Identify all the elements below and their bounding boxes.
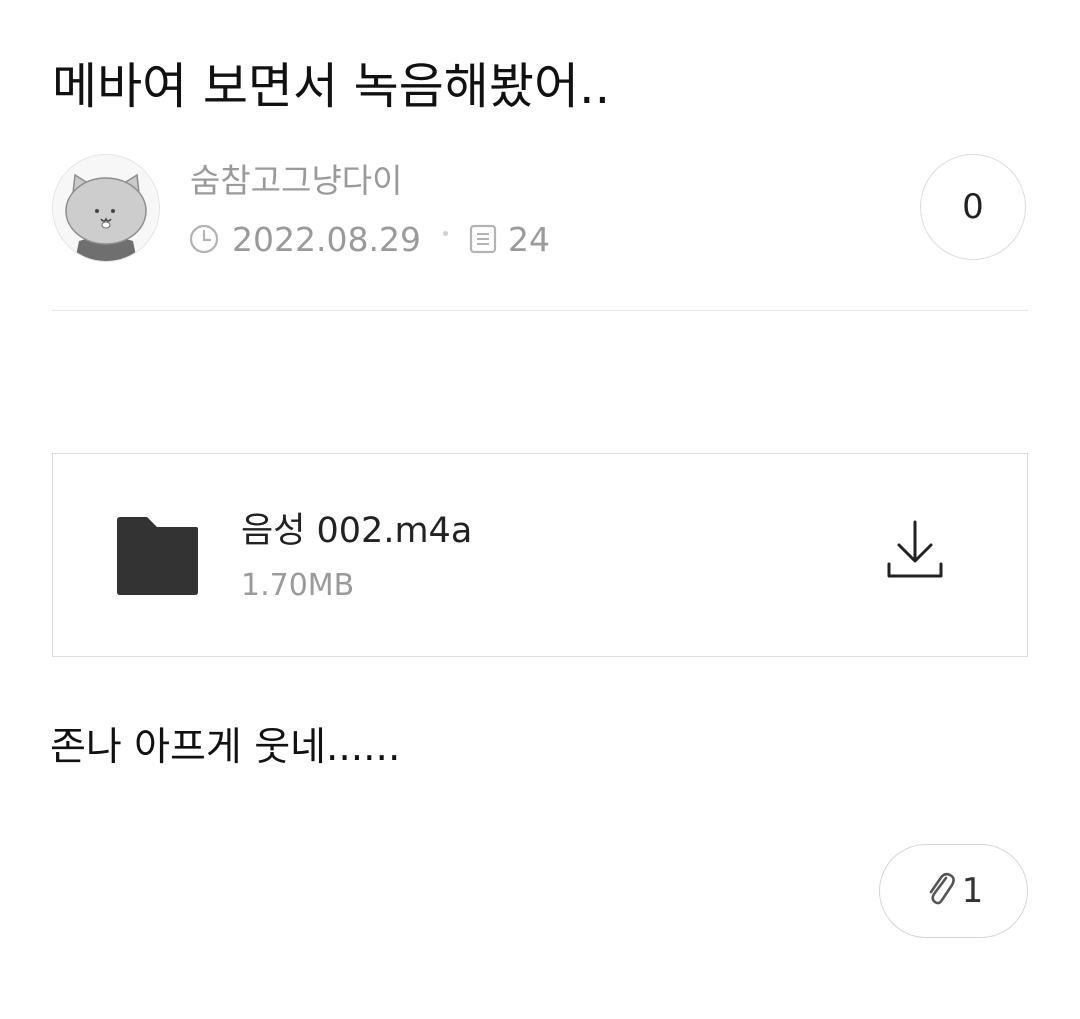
clock-icon xyxy=(188,223,220,255)
document-icon xyxy=(468,223,498,255)
author-block: 숨참고그냥다이 2022.08.29 24 0 xyxy=(52,154,1028,262)
paperclip-icon xyxy=(924,869,958,913)
attachment-count: 1 xyxy=(961,871,984,911)
download-icon xyxy=(885,518,945,586)
post-date: 2022.08.29 xyxy=(232,219,421,259)
comment-count: 0 xyxy=(962,187,984,227)
view-count: 24 xyxy=(507,219,550,259)
file-size: 1.70MB xyxy=(241,568,355,603)
file-name: 음성 002.m4a xyxy=(241,511,473,551)
download-button[interactable] xyxy=(875,518,955,598)
comment-count-button[interactable]: 0 xyxy=(920,154,1026,260)
post-body: 존나 아프게 웃네...... xyxy=(50,725,401,770)
attachment-card[interactable]: 음성 002.m4a 1.70MB xyxy=(52,453,1028,657)
divider xyxy=(52,310,1028,311)
avatar[interactable] xyxy=(52,154,160,262)
post-title: 메바여 보면서 녹음해봤어.. xyxy=(52,58,611,115)
cat-avatar-icon xyxy=(53,155,159,261)
folder-icon xyxy=(115,516,199,600)
attachment-count-button[interactable]: 1 xyxy=(879,844,1028,938)
author-name[interactable]: 숨참고그냥다이 xyxy=(190,160,403,202)
post-meta: 2022.08.29 24 xyxy=(188,218,550,260)
meta-separator xyxy=(442,230,448,236)
